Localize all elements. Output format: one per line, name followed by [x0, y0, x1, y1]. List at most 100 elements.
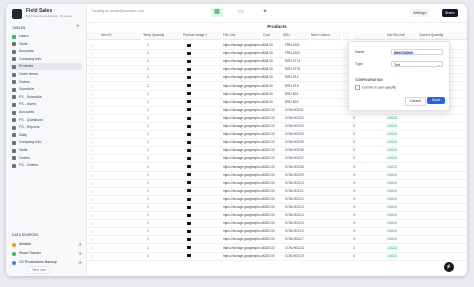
row-handle-icon[interactable]: ⋮ [90, 195, 100, 203]
row-handle-icon[interactable]: ⋮ [90, 154, 100, 162]
sku-cell[interactable]: CON-HDC07 [285, 154, 311, 162]
cost-cell[interactable]: $48.00 [263, 57, 283, 65]
sidebar-item[interactable]: FS - Schedule [10, 94, 82, 101]
file-link-cell[interactable]: https://storage.googleapis.com/prod [223, 73, 263, 81]
sku-cell[interactable]: CON-HDC05 [285, 138, 311, 146]
file-link-cell[interactable]: https://storage.googleapis.com/prod [223, 171, 263, 179]
file-link-cell[interactable]: https://storage.googleapis.com/prod [223, 49, 263, 57]
sidebar-item[interactable]: Accounts [10, 109, 82, 116]
cost-cell[interactable]: $320.00 [263, 171, 283, 179]
sku-cell[interactable]: ERD-F174 [285, 57, 311, 65]
quantity-cell[interactable]: 3 [353, 235, 373, 243]
product-image-cell[interactable] [187, 235, 207, 243]
product-image-cell[interactable] [187, 187, 207, 195]
data-editor-icon[interactable]: ▦ [211, 8, 223, 17]
file-link-cell[interactable]: https://storage.googleapis.com/prod [223, 82, 263, 90]
row-handle-icon[interactable]: ⋮ [90, 122, 100, 130]
checkbox-box[interactable] [355, 85, 360, 90]
product-image-cell[interactable] [187, 163, 207, 171]
sidebar-item[interactable]: Order Items [10, 71, 82, 78]
quantity-cell[interactable]: 3 [353, 122, 373, 130]
column-header[interactable]: Cost [263, 31, 281, 40]
product-image-cell[interactable] [187, 73, 207, 81]
sku-cell[interactable]: FRN-1002 [285, 49, 311, 57]
quantity-cell[interactable]: 3 [353, 227, 373, 235]
row-handle-icon[interactable]: ⋮ [90, 187, 100, 195]
sidebar-item[interactable]: Daily [10, 132, 82, 139]
quick-action-button[interactable]: ⚡ [444, 262, 454, 272]
quantity-cell[interactable]: 1 [147, 163, 167, 171]
cost-cell[interactable]: $320.00 [263, 179, 283, 187]
quantity-cell[interactable]: 3 [353, 163, 373, 171]
quantity-cell[interactable]: 3 [353, 171, 373, 179]
sidebar-item[interactable]: FS - Reports [10, 124, 82, 131]
cancel-button[interactable]: Cancel [405, 97, 426, 106]
file-link-cell[interactable]: https://storage.googleapis.com/prod [223, 154, 263, 162]
row-handle-icon[interactable]: ⋮ [90, 163, 100, 171]
file-link-cell[interactable]: https://storage.googleapis.com/prod [223, 122, 263, 130]
quantity-cell[interactable]: 1 [147, 154, 167, 162]
quantity-cell[interactable]: 3 [353, 154, 373, 162]
sku-cell[interactable]: CON-HDC18 [285, 244, 311, 252]
product-image-cell[interactable] [187, 98, 207, 106]
file-link-cell[interactable]: https://storage.googleapis.com/prod [223, 187, 263, 195]
product-image-cell[interactable] [187, 130, 207, 138]
row-handle-icon[interactable]: ⋮ [90, 179, 100, 187]
file-link-cell[interactable]: https://storage.googleapis.com/prod [223, 211, 263, 219]
quantity-cell[interactable]: 1 [147, 179, 167, 187]
cost-cell[interactable]: $48.00 [263, 49, 283, 57]
product-image-cell[interactable] [187, 57, 207, 65]
sku-cell[interactable]: CON-HDC08 [285, 163, 311, 171]
cost-cell[interactable]: $320.00 [263, 146, 283, 154]
quantity-cell[interactable]: 1 [147, 252, 167, 260]
sidebar-item[interactable]: FS - Users [10, 101, 82, 108]
cost-cell[interactable]: $320.00 [263, 106, 283, 114]
row-handle-icon[interactable]: ⋮ [90, 203, 100, 211]
sku-cell[interactable]: CON-HDC19 [285, 252, 311, 260]
row-handle-icon[interactable]: ⋮ [90, 171, 100, 179]
quantity-cell[interactable]: 1 [147, 65, 167, 73]
file-link-cell[interactable]: https://storage.googleapis.com/prod [223, 114, 263, 122]
cost-cell[interactable]: $320.00 [263, 244, 283, 252]
sidebar-item[interactable]: Accounts [10, 48, 82, 55]
product-image-cell[interactable] [187, 252, 207, 260]
cost-cell[interactable]: $320.00 [263, 203, 283, 211]
quantity-cell[interactable]: 1 [147, 138, 167, 146]
quantity-cell[interactable]: 1 [147, 211, 167, 219]
cost-cell[interactable]: $320.00 [263, 154, 283, 162]
cost-cell[interactable]: $48.00 [263, 65, 283, 73]
file-link-cell[interactable]: https://storage.googleapis.com/prod [223, 138, 263, 146]
row-handle-icon[interactable]: ⋮ [90, 130, 100, 138]
quantity-cell[interactable]: 3 [353, 252, 373, 260]
file-link-cell[interactable]: https://storage.googleapis.com/prod [223, 106, 263, 114]
row-handle-icon[interactable]: ⋮ [90, 244, 100, 252]
product-image-cell[interactable] [187, 82, 207, 90]
product-image-cell[interactable] [187, 227, 207, 235]
sync-icon[interactable]: ⟳ [79, 259, 82, 266]
product-image-cell[interactable] [187, 41, 207, 49]
row-handle-icon[interactable]: ⋮ [90, 106, 100, 114]
file-link-cell[interactable]: https://storage.googleapis.com/prod [223, 227, 263, 235]
quantity-cell[interactable]: 3 [353, 211, 373, 219]
done-button[interactable]: Done [427, 97, 446, 104]
quantity-cell[interactable]: 1 [147, 130, 167, 138]
sidebar-item[interactable]: Products [10, 63, 82, 71]
cost-cell[interactable]: $48.00 [263, 90, 283, 98]
quantity-cell[interactable]: 3 [353, 146, 373, 154]
actions-icon[interactable]: ✦ [259, 8, 271, 17]
file-link-cell[interactable]: https://storage.googleapis.com/prod [223, 203, 263, 211]
sku-cell[interactable]: ERD-P14 [285, 73, 311, 81]
product-image-cell[interactable] [187, 65, 207, 73]
row-handle-icon[interactable]: ⋮ [90, 227, 100, 235]
data-source-item[interactable]: Stock Tracker ⟳ [10, 250, 82, 257]
quantity-cell[interactable]: 3 [353, 219, 373, 227]
row-handle-icon[interactable]: ⋮ [90, 98, 100, 106]
file-link-cell[interactable]: https://storage.googleapis.com/prod [223, 65, 263, 73]
quantity-cell[interactable]: 1 [147, 73, 167, 81]
sku-cell[interactable]: CON-HDC01 [285, 106, 311, 114]
cost-cell[interactable]: $48.00 [263, 98, 283, 106]
file-link-cell[interactable]: https://storage.googleapis.com/prod [223, 244, 263, 252]
quantity-cell[interactable]: 1 [147, 244, 167, 252]
quantity-cell[interactable]: 1 [147, 90, 167, 98]
product-image-cell[interactable] [187, 179, 207, 187]
